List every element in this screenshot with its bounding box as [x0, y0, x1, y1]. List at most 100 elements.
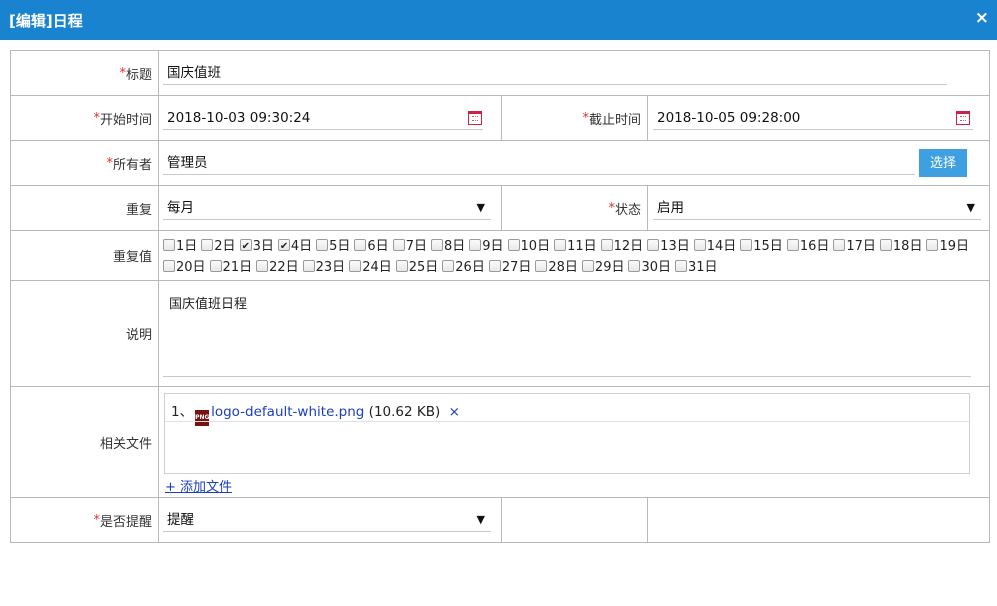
repeat-day-option[interactable]: 25日: [395, 257, 438, 278]
repeat-day-checkbox[interactable]: [430, 239, 443, 251]
repeat-day-option[interactable]: 18日: [879, 236, 923, 257]
add-file-link[interactable]: + 添加文件: [165, 476, 232, 495]
owner-input[interactable]: 管理员: [163, 151, 915, 175]
repeat-day-checkbox[interactable]: [554, 239, 567, 251]
repeat-day-label: 9日: [482, 239, 504, 254]
label-description: 说明: [11, 281, 159, 386]
calendar-icon[interactable]: [956, 111, 970, 125]
file-list: 1、 PNG logo-default-white.png (10.62 KB) ×: [164, 393, 970, 474]
repeat-day-checkbox[interactable]: [163, 260, 175, 272]
repeat-day-option[interactable]: 29日: [581, 257, 624, 278]
repeat-day-option[interactable]: 10日: [507, 236, 550, 257]
repeat-day-label: 22日: [269, 260, 299, 275]
title-input[interactable]: 国庆值班: [163, 61, 947, 85]
file-link[interactable]: logo-default-white.png: [211, 404, 364, 420]
repeat-day-checkbox[interactable]: [392, 239, 405, 251]
repeat-day-option[interactable]: 27日: [488, 257, 532, 278]
repeat-day-option[interactable]: 15日: [740, 236, 783, 257]
repeat-day-checkbox[interactable]: [488, 260, 501, 272]
repeat-day-option[interactable]: 30日: [628, 257, 671, 278]
repeat-day-checkbox[interactable]: [349, 260, 362, 272]
repeat-day-checkbox[interactable]: [833, 239, 846, 251]
dialog-title: [编辑]日程: [9, 12, 83, 30]
repeat-day-label: 16日: [799, 239, 830, 254]
repeat-day-option[interactable]: 4日: [277, 236, 312, 257]
repeat-day-label: 18日: [892, 239, 923, 254]
repeat-day-checkbox[interactable]: [693, 239, 706, 251]
select-owner-button[interactable]: 选择: [919, 149, 967, 177]
repeat-day-checkbox[interactable]: [786, 239, 799, 251]
repeat-day-checkbox[interactable]: [675, 260, 688, 272]
repeat-day-label: 15日: [753, 239, 783, 254]
repeat-day-option[interactable]: 13日: [647, 236, 690, 257]
repeat-select[interactable]: 每月 ▼: [163, 196, 491, 220]
remind-select[interactable]: 提醒 ▼: [163, 508, 491, 532]
repeat-day-option[interactable]: 16日: [786, 236, 830, 257]
repeat-day-option[interactable]: 20日: [163, 257, 206, 278]
repeat-day-option[interactable]: 7日: [392, 236, 427, 257]
repeat-day-checkbox[interactable]: [256, 260, 269, 272]
repeat-day-checkbox[interactable]: [239, 236, 252, 257]
repeat-day-checkbox[interactable]: [879, 239, 892, 251]
repeat-day-option[interactable]: 12日: [600, 236, 643, 257]
repeat-day-checkbox[interactable]: [209, 260, 222, 272]
repeat-day-checkbox[interactable]: [507, 239, 520, 251]
repeat-day-option[interactable]: 19日: [926, 236, 969, 257]
start-time-input[interactable]: 2018-10-03 09:30:24: [163, 106, 483, 130]
repeat-day-checkbox[interactable]: [316, 239, 329, 251]
repeat-day-checkbox[interactable]: [302, 260, 315, 272]
label-owner: * 所有者: [11, 141, 159, 185]
repeat-day-checkbox[interactable]: [395, 260, 408, 272]
remind-selected-value: 提醒: [167, 512, 194, 528]
label-remind: * 是否提醒: [11, 498, 159, 543]
repeat-day-label: 2日: [214, 239, 236, 254]
repeat-day-checkbox[interactable]: [628, 260, 641, 272]
repeat-day-option[interactable]: 22日: [256, 257, 299, 278]
repeat-day-option[interactable]: 31日: [675, 257, 718, 278]
end-time-input[interactable]: 2018-10-05 09:28:00: [653, 106, 973, 130]
repeat-day-checkbox[interactable]: [926, 239, 939, 251]
repeat-day-checkbox[interactable]: [201, 239, 214, 251]
status-select[interactable]: 启用 ▼: [653, 196, 981, 220]
repeat-day-label: 7日: [405, 239, 427, 254]
repeat-day-checkbox[interactable]: [277, 236, 290, 257]
file-index: 1、: [171, 404, 194, 420]
repeat-day-checkbox[interactable]: [163, 239, 175, 251]
repeat-day-option[interactable]: 9日: [469, 236, 504, 257]
repeat-day-option[interactable]: 26日: [442, 257, 485, 278]
repeat-day-label: 27日: [501, 260, 532, 275]
repeat-day-option[interactable]: 3日: [239, 236, 274, 257]
repeat-day-checkbox[interactable]: [535, 260, 548, 272]
repeat-day-option[interactable]: 6日: [354, 236, 389, 257]
repeat-day-option[interactable]: 2日: [201, 236, 236, 257]
dialog-titlebar: [编辑]日程 ×: [0, 0, 997, 40]
repeat-day-label: 5日: [329, 239, 351, 254]
repeat-day-checkbox[interactable]: [354, 239, 367, 251]
remove-file-icon[interactable]: ×: [449, 404, 460, 420]
repeat-day-option[interactable]: 5日: [316, 236, 350, 257]
repeat-day-label: 26日: [455, 260, 485, 275]
calendar-icon[interactable]: [468, 111, 482, 125]
repeat-day-option[interactable]: 14日: [693, 236, 736, 257]
repeat-day-option[interactable]: 17日: [833, 236, 876, 257]
description-textarea[interactable]: 国庆值班日程: [163, 287, 971, 377]
repeat-day-label: 1日: [176, 239, 198, 254]
repeat-day-option[interactable]: 24日: [349, 257, 392, 278]
repeat-day-option[interactable]: 8日: [430, 236, 465, 257]
repeat-day-option[interactable]: 11日: [554, 236, 597, 257]
repeat-day-option[interactable]: 21日: [209, 257, 252, 278]
close-icon[interactable]: ×: [975, 8, 989, 28]
repeat-day-checkbox[interactable]: [469, 239, 482, 251]
status-selected-value: 启用: [657, 200, 684, 216]
repeat-day-label: 17日: [846, 239, 876, 254]
repeat-day-option[interactable]: 1日: [163, 236, 197, 257]
repeat-day-option[interactable]: 28日: [535, 257, 578, 278]
repeat-day-checkbox[interactable]: [581, 260, 594, 272]
repeat-day-checkbox[interactable]: [647, 239, 660, 251]
repeat-day-option[interactable]: 23日: [302, 257, 345, 278]
repeat-day-checkbox[interactable]: [740, 239, 753, 251]
repeat-day-checkbox[interactable]: [600, 239, 613, 251]
repeat-day-label: 13日: [660, 239, 690, 254]
repeat-day-label: 6日: [367, 239, 389, 254]
repeat-day-checkbox[interactable]: [442, 260, 455, 272]
